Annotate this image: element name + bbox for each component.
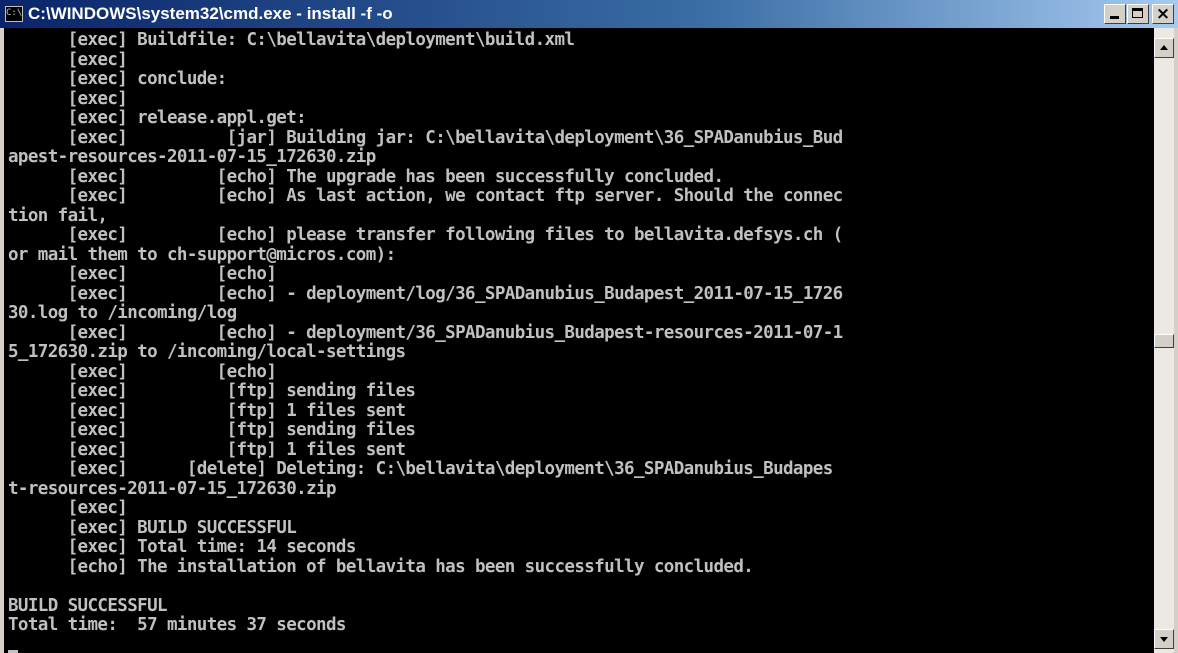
scroll-up-button[interactable] xyxy=(1154,38,1174,58)
console-line: [exec] Total time: 14 seconds xyxy=(8,537,357,557)
console-line: [exec] [jar] Building jar: C:\bellavita\… xyxy=(8,127,844,148)
console-line: [exec] [ftp] 1 files sent xyxy=(8,439,406,460)
console-line: or mail them to ch-support@micros.com): xyxy=(8,244,396,265)
console-line: [exec] [echo] As last action, we contact… xyxy=(8,186,844,206)
console-line: [exec] [ftp] sending files xyxy=(8,420,416,440)
console-line: [exec] [echo] xyxy=(8,361,277,382)
console-line xyxy=(8,636,1154,653)
arrow-up-icon xyxy=(1160,45,1168,50)
close-icon: × xyxy=(1155,4,1171,24)
console-line: [exec] release.appl.get: xyxy=(8,108,307,128)
cmd-app-icon[interactable]: C:\ xyxy=(5,6,23,22)
console-line: [exec] [ftp] 1 files sent xyxy=(8,400,406,421)
console-line: [exec] [echo] - deployment/36_SPADanubiu… xyxy=(8,322,844,343)
console-line: [exec] [ftp] sending files xyxy=(8,381,416,401)
console-line: 5_172630.zip to /incoming/local-settings xyxy=(8,342,406,362)
title-bar[interactable]: C:\ C:\WINDOWS\system32\cmd.exe - instal… xyxy=(0,0,1178,28)
console-line: BUILD SUCCESSFUL xyxy=(8,595,168,616)
window-frame-right xyxy=(1174,28,1178,653)
console-line: tion fail, xyxy=(8,205,108,226)
console-line: [exec] [echo] - deployment/log/36_SPADan… xyxy=(8,283,844,304)
window-controls: × xyxy=(1103,4,1174,24)
console-line: Total time: 57 minutes 37 seconds xyxy=(8,615,346,635)
close-button[interactable]: × xyxy=(1152,4,1174,24)
cmd-window: C:\ C:\WINDOWS\system32\cmd.exe - instal… xyxy=(0,0,1178,653)
console-output[interactable]: [exec] Buildfile: C:\bellavita\deploymen… xyxy=(4,28,1154,653)
maximize-button[interactable] xyxy=(1127,4,1149,24)
console-line: [exec] BUILD SUCCESSFUL xyxy=(8,517,297,538)
scroll-down-button[interactable] xyxy=(1154,629,1174,649)
console-line: t-resources-2011-07-15_172630.zip xyxy=(8,478,336,499)
console-line: [echo] The installation of bellavita has… xyxy=(8,556,754,577)
console-line: 30.log to /incoming/log xyxy=(8,303,237,323)
console-line: [exec] xyxy=(8,49,128,70)
console-line: [exec] conclude: xyxy=(8,69,228,89)
console-line: [exec] [echo] please transfer following … xyxy=(8,225,844,245)
console-line: [exec] Buildfile: C:\bellavita\deploymen… xyxy=(8,30,575,50)
console-line: [exec] [echo] The upgrade has been succe… xyxy=(8,166,724,187)
window-title: C:\WINDOWS\system32\cmd.exe - install -f… xyxy=(28,4,393,23)
minimize-icon xyxy=(1110,16,1119,19)
vertical-scrollbar[interactable] xyxy=(1154,28,1174,653)
console-line: apest-resources-2011-07-15_172630.zip xyxy=(8,147,376,167)
console-line: [exec] [echo] xyxy=(8,264,277,284)
console-line: [exec] xyxy=(8,498,128,518)
scroll-thumb[interactable] xyxy=(1154,334,1174,348)
arrow-down-icon xyxy=(1160,637,1168,642)
console-lines: [exec] Buildfile: C:\bellavita\deploymen… xyxy=(4,28,1154,653)
console-line: [exec] [delete] Deleting: C:\bellavita\d… xyxy=(8,459,834,479)
minimize-button[interactable] xyxy=(1104,4,1126,24)
maximize-icon xyxy=(1132,8,1143,18)
console-line: [exec] xyxy=(8,88,128,109)
